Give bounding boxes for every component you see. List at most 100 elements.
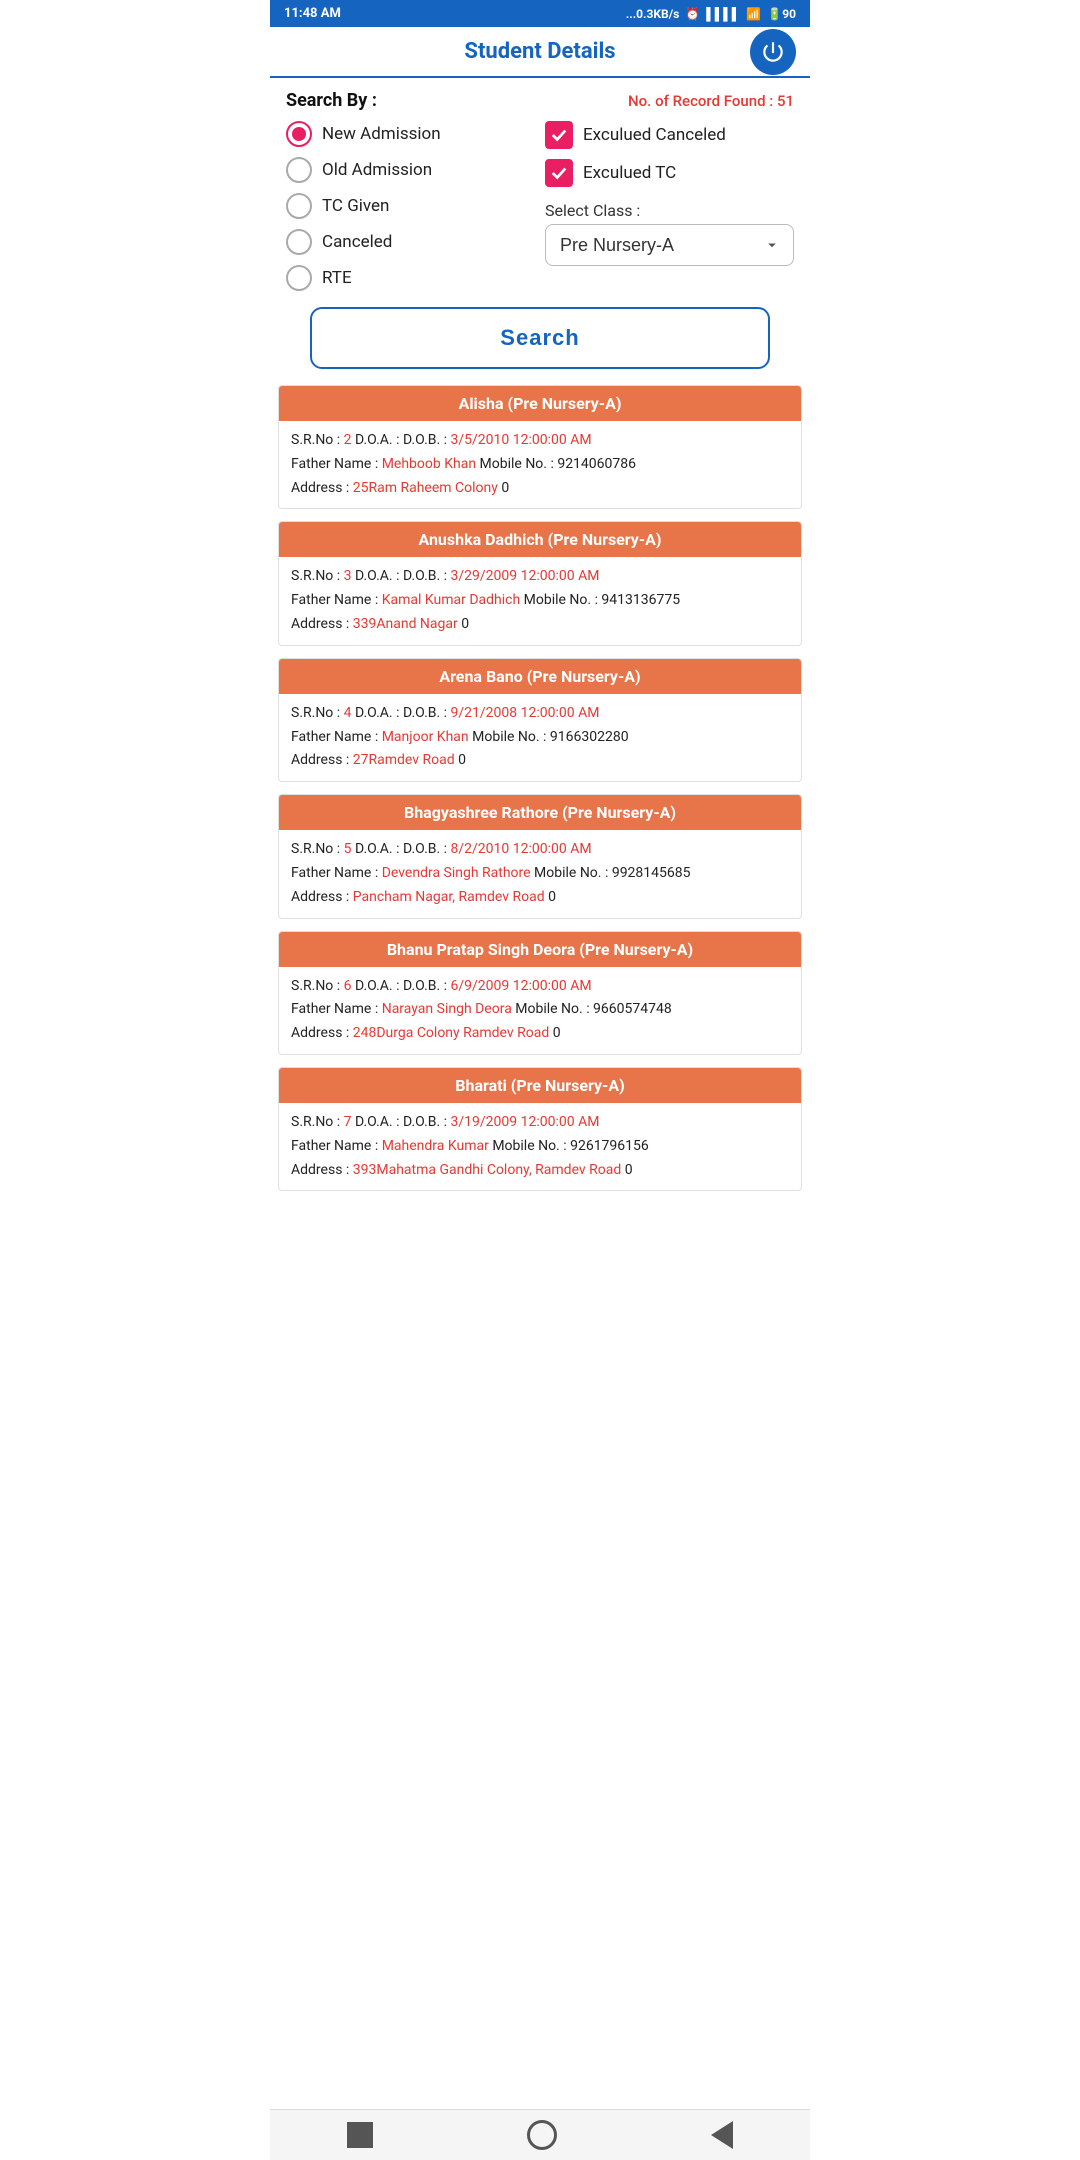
student-card-header: Bharati (Pre Nursery-A) (279, 1068, 801, 1103)
battery-icon: 🔋90 (767, 7, 796, 21)
student-card-body: S.R.No : 5 D.O.A. : D.O.B. : 8/2/2010 12… (279, 830, 801, 917)
search-button-container: Search (270, 291, 810, 385)
student-card-body: S.R.No : 2 D.O.A. : D.O.B. : 3/5/2010 12… (279, 421, 801, 508)
checkbox-exculued-tc[interactable]: Exculued TC (545, 159, 794, 187)
radio-old-admission[interactable]: Old Admission (286, 157, 535, 183)
student-sr-no: 4 (344, 705, 352, 721)
student-dob: 3/29/2009 12:00:00 AM (451, 568, 600, 584)
record-count: No. of Record Found : 51 (628, 92, 794, 110)
checkbox-box-exculued-canceled (545, 121, 573, 149)
back-arrow-icon (711, 2121, 733, 2149)
radio-label-canceled: Canceled (322, 232, 392, 252)
checkmark-icon-tc (550, 164, 568, 182)
student-dob: 6/9/2009 12:00:00 AM (451, 978, 592, 994)
checkmark-icon-canceled (550, 126, 568, 144)
wifi-icon: 📶 (746, 7, 761, 21)
student-sr-no: 7 (344, 1114, 352, 1130)
student-father: Mahendra Kumar (382, 1138, 489, 1154)
circle-icon (527, 2120, 557, 2150)
radio-circle-rte (286, 265, 312, 291)
radio-circle-new-admission (286, 121, 312, 147)
search-by-label: Search By : (286, 90, 377, 111)
student-dob: 9/21/2008 12:00:00 AM (451, 705, 600, 721)
student-name-class: Arena Bano (Pre Nursery-A) (439, 667, 640, 686)
student-sr-no: 3 (344, 568, 352, 584)
class-select-dropdown[interactable]: Pre Nursery-A Pre Nursery-B Nursery-A Nu… (545, 224, 794, 266)
student-card[interactable]: Bharati (Pre Nursery-A) S.R.No : 7 D.O.A.… (278, 1067, 802, 1191)
student-address: Pancham Nagar, Ramdev Road (353, 889, 545, 905)
alarm-icon: ⏰ (685, 7, 700, 21)
radio-rte[interactable]: RTE (286, 265, 535, 291)
student-name-class: Bhanu Pratap Singh Deora (Pre Nursery-A) (387, 940, 693, 959)
power-button[interactable] (750, 29, 796, 75)
radio-new-admission[interactable]: New Admission (286, 121, 535, 147)
checkbox-label-exculued-tc: Exculued TC (583, 163, 676, 183)
checkbox-select-column: Exculued Canceled Exculued TC Select Cla… (545, 121, 794, 291)
student-name-class: Bhagyashree Rathore (Pre Nursery-A) (404, 803, 676, 822)
checkbox-box-exculued-tc (545, 159, 573, 187)
student-card[interactable]: Bhagyashree Rathore (Pre Nursery-A) S.R.N… (278, 794, 802, 918)
student-card-header: Bhanu Pratap Singh Deora (Pre Nursery-A) (279, 932, 801, 967)
search-section: Search By : No. of Record Found : 51 New… (270, 78, 810, 291)
student-dob: 8/2/2010 12:00:00 AM (451, 841, 592, 857)
radio-inner-new-admission (292, 127, 306, 141)
radio-label-old-admission: Old Admission (322, 160, 432, 180)
app-header: Student Details (270, 27, 810, 78)
select-class-container: Select Class : Pre Nursery-A Pre Nursery… (545, 201, 794, 266)
status-bar: 11:48 AM ...0.3KB/s ⏰ ▌▌▌▌ 📶 🔋90 (270, 0, 810, 27)
network-speed: ...0.3KB/s (626, 7, 680, 21)
bottom-navigation (270, 2109, 810, 2160)
student-card-body: S.R.No : 7 D.O.A. : D.O.B. : 3/19/2009 1… (279, 1103, 801, 1190)
nav-home-button[interactable] (347, 2122, 373, 2148)
radio-options-column: New Admission Old Admission TC Given Can… (286, 121, 535, 291)
radio-canceled[interactable]: Canceled (286, 229, 535, 255)
student-card[interactable]: Bhanu Pratap Singh Deora (Pre Nursery-A)… (278, 931, 802, 1055)
signal-icon: ▌▌▌▌ (706, 7, 740, 21)
radio-circle-canceled (286, 229, 312, 255)
student-card-header: Anushka Dadhich (Pre Nursery-A) (279, 522, 801, 557)
nav-back-button[interactable] (527, 2120, 557, 2150)
radio-label-new-admission: New Admission (322, 124, 441, 144)
student-name-class: Anushka Dadhich (Pre Nursery-A) (418, 530, 661, 549)
student-father: Devendra Singh Rathore (382, 865, 531, 881)
student-father: Narayan Singh Deora (382, 1001, 512, 1017)
student-card-body: S.R.No : 4 D.O.A. : D.O.B. : 9/21/2008 1… (279, 694, 801, 781)
student-card-header: Bhagyashree Rathore (Pre Nursery-A) (279, 795, 801, 830)
student-card-header: Alisha (Pre Nursery-A) (279, 386, 801, 421)
student-card[interactable]: Alisha (Pre Nursery-A) S.R.No : 2 D.O.A. … (278, 385, 802, 509)
student-address: 25Ram Raheem Colony (353, 480, 498, 496)
select-class-label: Select Class : (545, 201, 794, 220)
student-address: 393Mahatma Gandhi Colony, Ramdev Road (353, 1162, 622, 1178)
power-icon (760, 39, 786, 65)
search-button[interactable]: Search (310, 307, 770, 369)
student-address: 248Durga Colony Ramdev Road (353, 1025, 550, 1041)
radio-circle-old-admission (286, 157, 312, 183)
student-card-body: S.R.No : 3 D.O.A. : D.O.B. : 3/29/2009 1… (279, 557, 801, 644)
radio-tc-given[interactable]: TC Given (286, 193, 535, 219)
student-card-header: Arena Bano (Pre Nursery-A) (279, 659, 801, 694)
student-sr-no: 2 (344, 432, 352, 448)
stop-icon (347, 2122, 373, 2148)
radio-circle-tc-given (286, 193, 312, 219)
checkbox-exculued-canceled[interactable]: Exculued Canceled (545, 121, 794, 149)
student-father: Mehboob Khan (382, 456, 476, 472)
page-title: Student Details (464, 39, 615, 64)
student-card[interactable]: Anushka Dadhich (Pre Nursery-A) S.R.No : … (278, 521, 802, 645)
student-address: 339Anand Nagar (353, 616, 458, 632)
student-dob: 3/5/2010 12:00:00 AM (451, 432, 592, 448)
student-name-class: Bharati (Pre Nursery-A) (455, 1076, 624, 1095)
radio-label-tc-given: TC Given (322, 196, 389, 216)
nav-recent-button[interactable] (711, 2121, 733, 2149)
radio-label-rte: RTE (322, 268, 352, 288)
student-sr-no: 6 (344, 978, 352, 994)
student-address: 27Ramdev Road (353, 752, 455, 768)
checkbox-label-exculued-canceled: Exculued Canceled (583, 125, 726, 145)
students-list: Alisha (Pre Nursery-A) S.R.No : 2 D.O.A. … (270, 385, 810, 1263)
student-father: Kamal Kumar Dadhich (382, 592, 520, 608)
student-father: Manjoor Khan (382, 729, 469, 745)
student-card-body: S.R.No : 6 D.O.A. : D.O.B. : 6/9/2009 12… (279, 967, 801, 1054)
student-sr-no: 5 (344, 841, 352, 857)
student-card[interactable]: Arena Bano (Pre Nursery-A) S.R.No : 4 D.O… (278, 658, 802, 782)
student-dob: 3/19/2009 12:00:00 AM (451, 1114, 600, 1130)
student-name-class: Alisha (Pre Nursery-A) (459, 394, 622, 413)
